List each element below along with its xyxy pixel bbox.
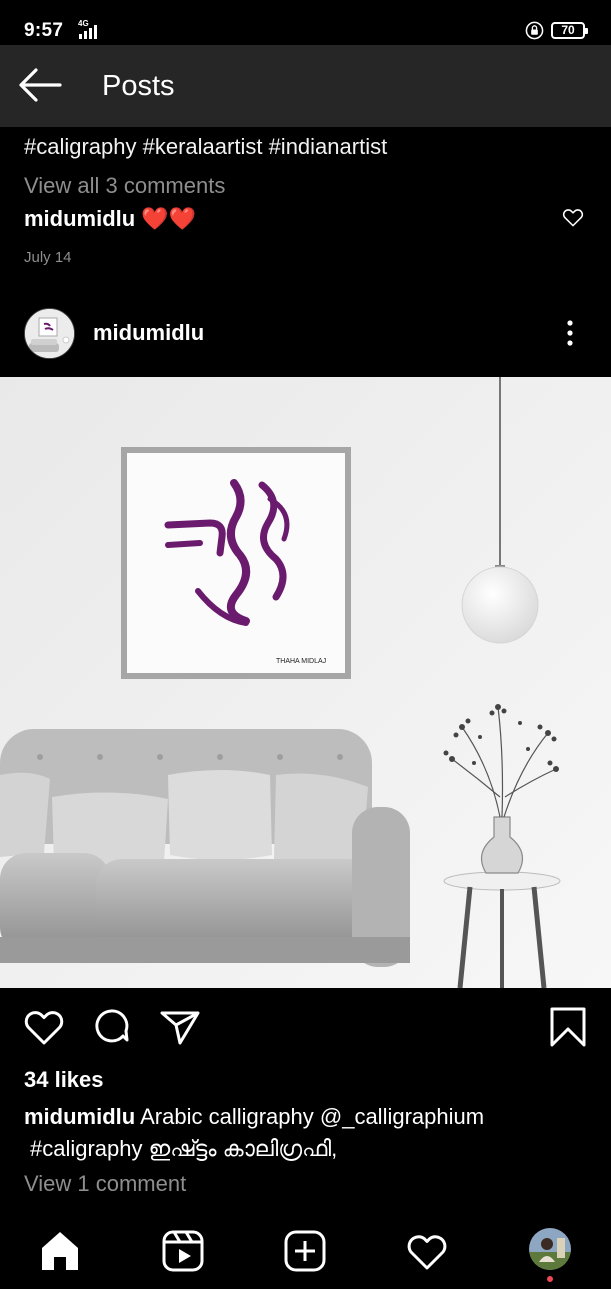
- profile-photo: [529, 1228, 571, 1270]
- previous-caption-tail: #caligraphy #keralaartist #indianartist: [24, 134, 388, 159]
- activity-heart-icon[interactable]: [404, 1228, 450, 1274]
- share-icon[interactable]: [158, 1005, 202, 1049]
- post-date: July 14: [24, 249, 72, 266]
- comment-like-heart-icon[interactable]: [562, 207, 584, 227]
- profile-avatar[interactable]: [529, 1228, 571, 1270]
- home-icon[interactable]: [37, 1228, 83, 1274]
- page-title: Posts: [102, 70, 175, 102]
- caption-text: Arabic calligraphy @_calligraphium: [140, 1104, 485, 1129]
- reels-icon[interactable]: [160, 1228, 206, 1274]
- post-image[interactable]: THAHA MIDLAJ: [0, 377, 611, 988]
- post-caption: midumidlu Arabic calligraphy @_calligrap…: [24, 1101, 594, 1165]
- status-bar: 9:57 4G 70: [0, 0, 611, 44]
- view-comment-link[interactable]: View 1 comment: [24, 1171, 186, 1197]
- status-time: 9:57: [24, 20, 64, 41]
- signal-icon: [79, 25, 97, 39]
- arrow-left-icon: [19, 68, 62, 102]
- top-header: Posts: [0, 45, 611, 127]
- comment-icon[interactable]: [90, 1005, 134, 1049]
- rotation-lock-icon: [525, 21, 544, 40]
- caption-username[interactable]: midumidlu: [24, 1104, 135, 1129]
- avatar[interactable]: [24, 308, 75, 359]
- artwork-signature: THAHA MIDLAJ: [276, 658, 326, 665]
- comment-username[interactable]: midumidlu: [24, 206, 135, 231]
- post-username[interactable]: midumidlu: [93, 320, 204, 346]
- bottom-navigation: [0, 1212, 611, 1289]
- back-button[interactable]: [16, 65, 66, 105]
- comment-row: midumidlu ❤️❤️: [24, 206, 196, 232]
- new-post-icon[interactable]: [282, 1228, 328, 1274]
- battery-indicator: 70: [551, 22, 588, 39]
- bookmark-icon[interactable]: [546, 1005, 590, 1049]
- avatar-image: [25, 309, 74, 358]
- room-artwork-image: THAHA MIDLAJ: [0, 377, 611, 988]
- like-heart-icon[interactable]: [22, 1005, 66, 1049]
- likes-count[interactable]: 34 likes: [24, 1067, 104, 1093]
- view-all-comments-link[interactable]: View all 3 comments: [24, 173, 225, 199]
- comment-text: ❤️❤️: [141, 206, 197, 231]
- caption-hashtags: #caligraphy ഇഷ്ട്ടം കാലിഗ്രഫി,: [30, 1136, 338, 1161]
- notification-dot: [547, 1276, 553, 1282]
- more-options-icon[interactable]: [560, 318, 580, 348]
